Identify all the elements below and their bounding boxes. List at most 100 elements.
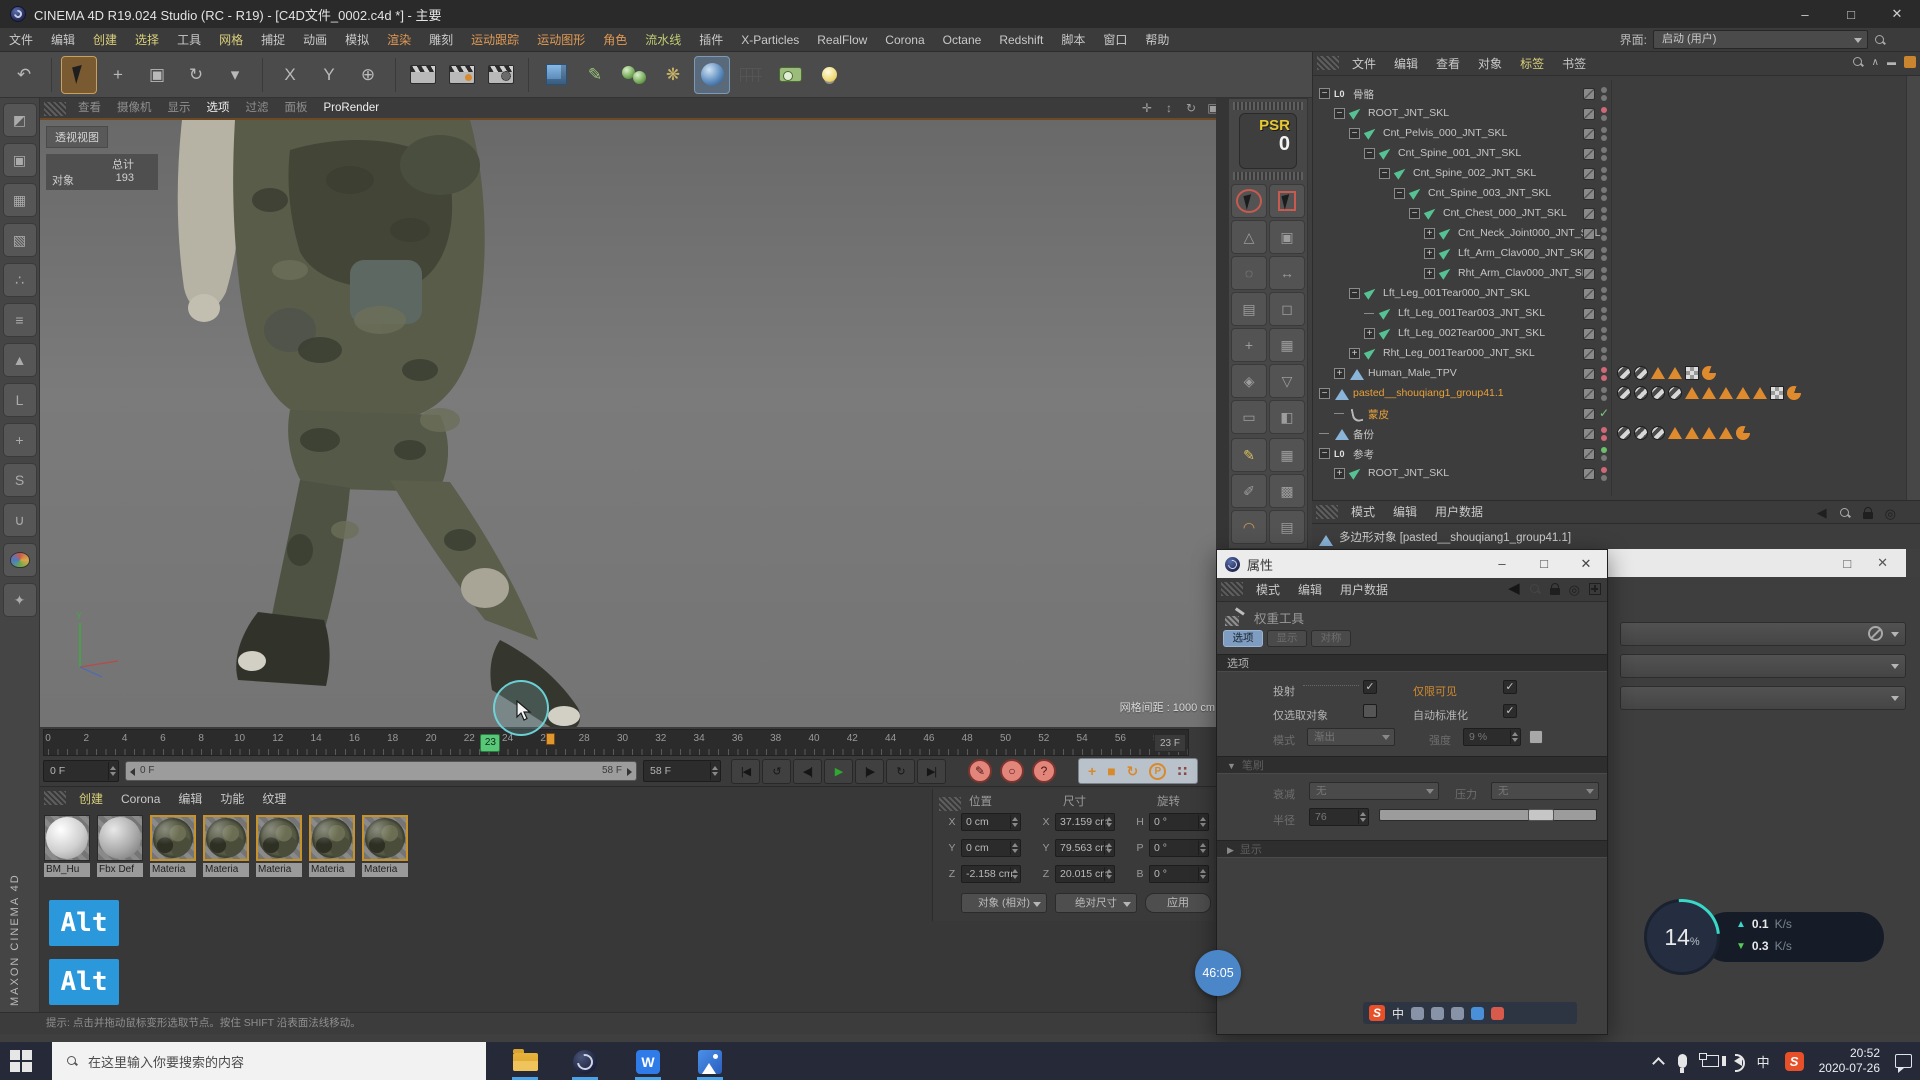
checker-tag-icon[interactable] [1685,366,1699,380]
menu-item[interactable]: 帮助 [1136,28,1178,51]
move-button[interactable]: + [100,56,136,94]
material-item[interactable]: Materia [362,815,411,877]
menu-item[interactable]: 模拟 [336,28,378,51]
sogou-logo[interactable]: S [1369,1005,1385,1021]
search-icon[interactable] [1839,507,1851,519]
visibility-dots[interactable] [1601,87,1607,101]
tree-expander[interactable]: + [1364,328,1375,339]
model-mode-button[interactable]: ▣ [3,143,37,177]
material-menu-item[interactable]: 纹理 [253,787,295,811]
tree-expander[interactable]: + [1334,368,1345,379]
timeline-ruler[interactable]: 0246810121416182022242628303234363840424… [43,729,1189,756]
search-icon[interactable] [1852,56,1864,68]
scale-button[interactable]: ▣ [139,56,175,94]
pan-view-icon[interactable]: ✛ [1139,100,1155,116]
polygons-mode-button[interactable]: ▲ [3,343,37,377]
orbit-view-icon[interactable]: ↻ [1183,100,1199,116]
chinese-mode-icon[interactable]: 中 [1392,1005,1404,1022]
start-button[interactable] [10,1050,32,1072]
maximize-button[interactable]: □ [1828,0,1874,28]
tree-expander[interactable]: + [1424,268,1435,279]
lock-x-button[interactable]: X [272,56,308,94]
floor-button[interactable] [733,56,769,94]
tool-f-button[interactable]: ◻ [1269,292,1305,326]
panel-corner-icon[interactable] [1904,56,1916,68]
material-item[interactable]: Materia [309,815,358,877]
tree-item[interactable]: 备份 [1317,424,1611,444]
viewport-menu-item[interactable]: 摄像机 [109,98,160,118]
maximize-button[interactable]: □ [1523,556,1565,572]
menu-item[interactable]: 捕捉 [252,28,294,51]
target-icon[interactable]: ◎ [1569,583,1580,596]
layer-box[interactable] [1583,128,1595,140]
position-mode-dropdown[interactable]: 对象 (相对) [961,893,1047,913]
chevron-up-icon[interactable]: ∧ [1872,57,1879,68]
key-position-toggle[interactable]: + [1088,763,1096,779]
texture-axis-mode-button[interactable]: ▦ [3,183,37,217]
properties-menu-item[interactable]: 用户数据 [1331,578,1397,601]
layer-box[interactable] [1583,168,1595,180]
viewport-menu-item[interactable]: 过滤 [238,98,277,118]
strength-field[interactable]: 9 % [1463,728,1521,746]
section-display[interactable]: ▶显示 [1217,840,1607,858]
tree-item[interactable]: −L0骨骼 [1317,84,1611,104]
sphere-tag-icon[interactable] [1634,386,1648,400]
tree-expander[interactable]: − [1319,388,1330,399]
material-item[interactable]: BM_Hu [44,815,93,877]
menu-item[interactable]: 角色 [594,28,636,51]
om-menu-item[interactable]: 标签 [1511,52,1553,75]
tree-expander[interactable]: − [1349,128,1360,139]
radius-slider[interactable] [1379,809,1597,821]
history-back-icon[interactable]: ◀ [1817,505,1827,521]
visibility-dots[interactable] [1601,347,1607,361]
coordinate-field[interactable]: 0 ° [1149,839,1209,857]
material-thumbnail[interactable] [362,815,408,861]
tree-expander[interactable]: − [1379,168,1390,179]
coordinate-field[interactable]: 37.159 cm [1055,813,1115,831]
viewport-menu-item[interactable]: 面板 [277,98,316,118]
tree-expander[interactable]: + [1334,468,1345,479]
key-pla-toggle[interactable]: ∷ [1177,763,1188,780]
layer-box[interactable] [1583,328,1595,340]
tree-expander[interactable]: − [1394,188,1405,199]
axis-mode-button[interactable]: + [3,423,37,457]
rectangle-selection-strip-button[interactable] [1269,184,1305,218]
tree-expander[interactable]: − [1349,288,1360,299]
selected-only-checkbox[interactable] [1363,704,1377,718]
previous-frame-button[interactable]: ◀| [793,759,822,784]
section-options[interactable]: 选项 [1217,654,1607,672]
panel-grip[interactable] [1233,172,1303,180]
close-button[interactable]: ✕ [1565,556,1607,572]
menu-item[interactable]: X-Particles [732,28,808,51]
layer-box[interactable] [1583,368,1595,380]
play-forward-button[interactable]: ▶ [824,759,853,784]
sphere-tag-icon[interactable] [1634,366,1648,380]
camera-button[interactable] [772,56,808,94]
weight-brush-button[interactable]: ✎ [1231,438,1267,472]
tool-i-button[interactable]: ◈ [1231,364,1267,398]
tree-item[interactable]: −L0参考 [1317,444,1611,464]
material-thumbnail[interactable] [150,815,196,861]
playhead[interactable]: 23 [480,734,500,752]
panel-grip[interactable] [939,797,961,811]
taskbar-wps[interactable]: W [628,1046,668,1077]
search-icon[interactable] [1529,583,1541,595]
visibility-dots[interactable] [1601,387,1607,401]
tree-expander[interactable]: − [1319,448,1330,459]
knife-button[interactable]: ✐ [1231,474,1267,508]
lock-icon[interactable] [1863,507,1873,519]
menu-item[interactable]: RealFlow [808,28,876,51]
om-menu-item[interactable]: 查看 [1427,52,1469,75]
tri-tag-icon[interactable] [1668,367,1682,379]
minimize-button[interactable]: – [1782,0,1828,28]
material-thumbnail[interactable] [44,815,90,861]
tool-h-button[interactable]: ▦ [1269,328,1305,362]
visibility-dots[interactable] [1601,367,1607,381]
tree-expander[interactable]: − [1364,148,1375,159]
frame-range-slider[interactable]: 0 F 58 F [125,761,637,781]
taskbar-clock[interactable]: 20:52 2020-07-26 [1819,1046,1880,1076]
material-thumbnail[interactable] [256,815,302,861]
layer-box[interactable] [1583,208,1595,220]
visibility-dots[interactable] [1601,147,1607,161]
keyframe-marker[interactable] [546,733,555,745]
